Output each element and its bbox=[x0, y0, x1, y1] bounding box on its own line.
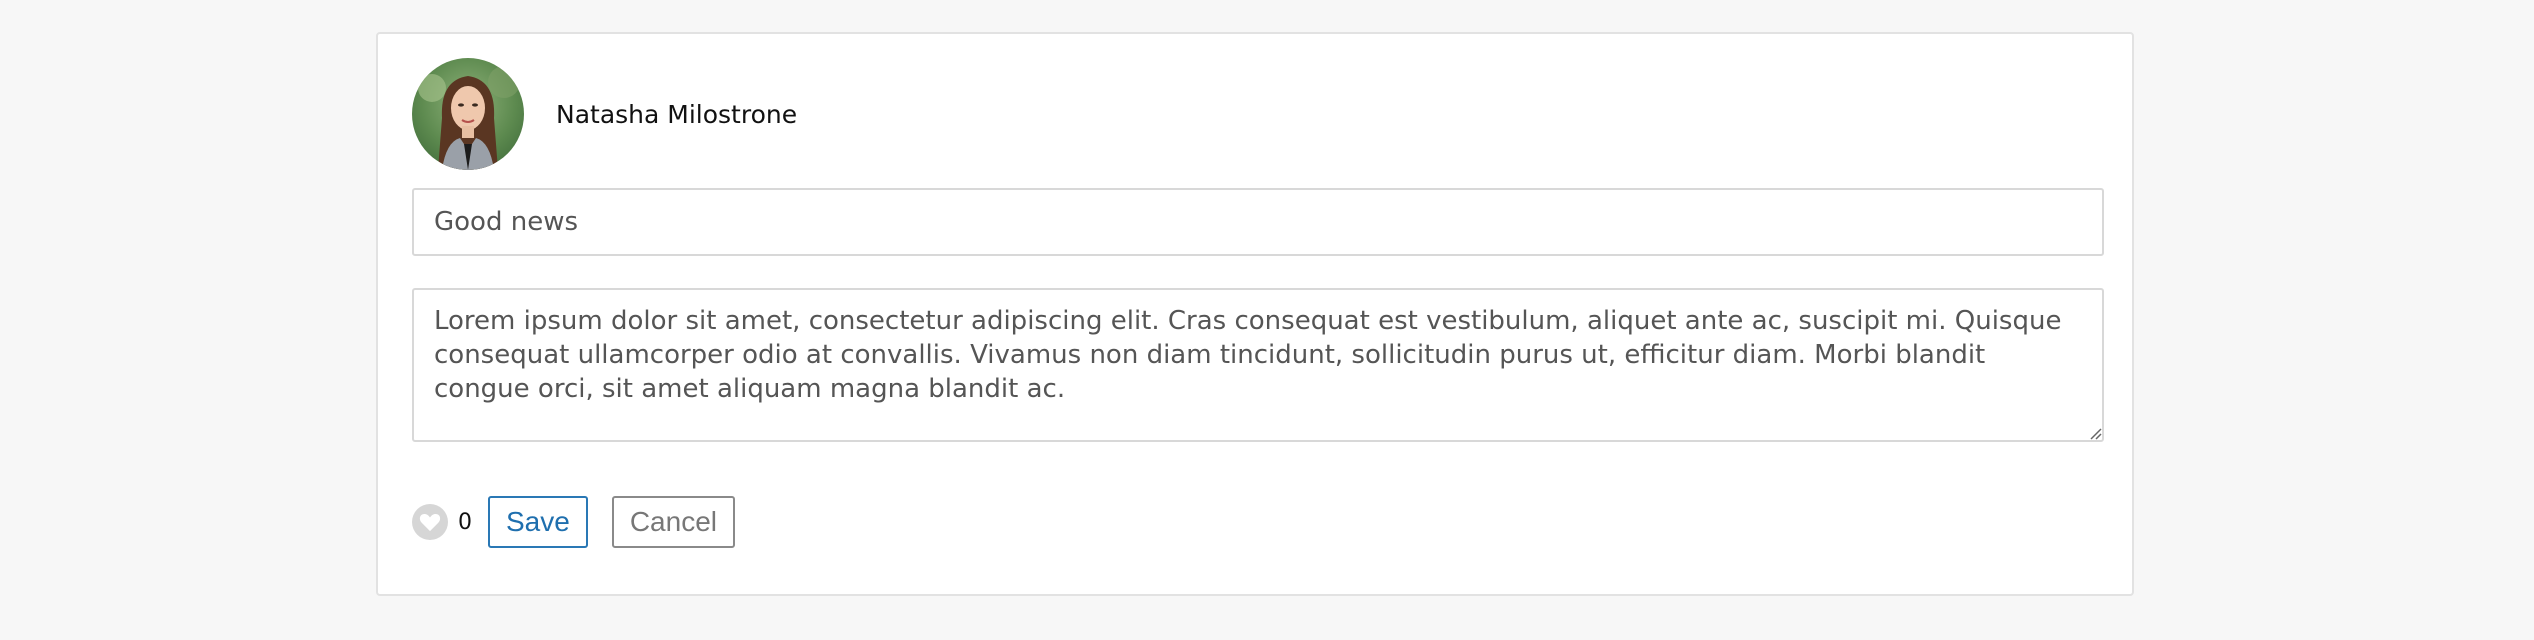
post-actions: 0 Save Cancel bbox=[412, 496, 735, 548]
save-button[interactable]: Save bbox=[488, 496, 588, 548]
post-title-input[interactable] bbox=[412, 188, 2104, 256]
post-editor-card: Natasha Milostrone Lorem ipsum dolor sit… bbox=[376, 32, 2134, 596]
author-header: Natasha Milostrone bbox=[412, 58, 797, 170]
like-button[interactable] bbox=[412, 504, 448, 540]
author-name: Natasha Milostrone bbox=[556, 99, 798, 129]
like-count: 0 bbox=[458, 509, 472, 535]
cancel-button[interactable]: Cancel bbox=[611, 496, 735, 548]
resize-handle-icon[interactable] bbox=[2088, 426, 2102, 440]
avatar-photo bbox=[412, 58, 524, 170]
post-body-textarea[interactable]: Lorem ipsum dolor sit amet, consectetur … bbox=[412, 288, 2104, 442]
avatar bbox=[412, 58, 524, 170]
heart-icon bbox=[419, 513, 441, 532]
